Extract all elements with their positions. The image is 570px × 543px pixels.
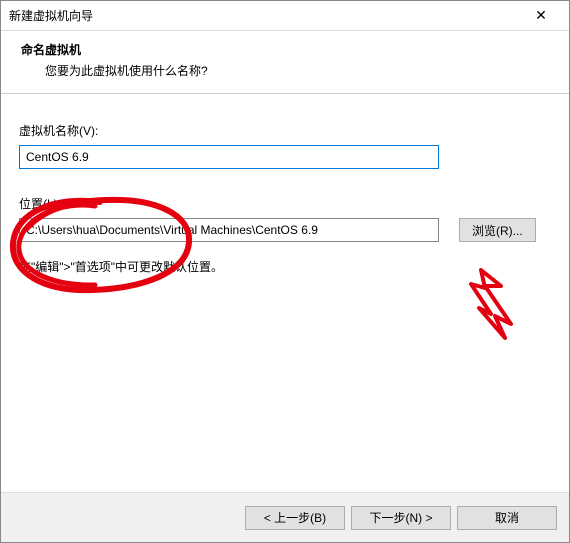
window-title: 新建虚拟机向导 [9,7,93,24]
wizard-header-title: 命名虚拟机 [21,41,553,58]
wizard-window: 新建虚拟机向导 ✕ 命名虚拟机 您要为此虚拟机使用什么名称? 虚拟机名称(V):… [0,0,570,543]
back-button[interactable]: < 上一步(B) [245,506,345,530]
close-button[interactable]: ✕ [521,2,561,30]
wizard-header-subtitle: 您要为此虚拟机使用什么名称? [21,62,553,79]
browse-button[interactable]: 浏览(R)... [459,218,536,242]
wizard-header: 命名虚拟机 您要为此虚拟机使用什么名称? [1,31,569,94]
location-hint: 在"编辑">"首选项"中可更改默认位置。 [19,258,551,275]
close-icon: ✕ [535,7,547,24]
location-row: 浏览(R)... [19,218,551,242]
wizard-footer: < 上一步(B) 下一步(N) > 取消 [1,492,569,542]
annotation-arrow [461,264,521,344]
titlebar: 新建虚拟机向导 ✕ [1,1,569,31]
vm-name-label: 虚拟机名称(V): [19,122,551,139]
vm-name-input[interactable] [19,145,439,169]
location-label: 位置(L): [19,195,551,212]
cancel-button[interactable]: 取消 [457,506,557,530]
wizard-content: 虚拟机名称(V): 位置(L): 浏览(R)... 在"编辑">"首选项"中可更… [1,94,569,285]
location-input[interactable] [19,218,439,242]
next-button[interactable]: 下一步(N) > [351,506,451,530]
